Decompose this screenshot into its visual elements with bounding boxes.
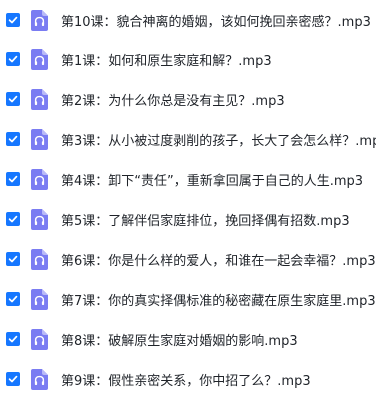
checkbox[interactable] (6, 52, 20, 66)
file-list: 第10课：貌合神离的婚姻，该如何挽回亲密感？.mp3 第1课：如何和原生家庭和解？… (0, 0, 376, 393)
file-name: 第6课：你是什么样的爱人，和谁在一起会幸福？.mp3 (61, 253, 376, 269)
file-name: 第3课：从小被过度剥削的孩子，长大了会怎么样？.mp3 (61, 133, 376, 149)
file-row[interactable]: 第5课：了解伴侣家庭排位，挽回择偶有招数.mp3 (0, 199, 376, 239)
file-name: 第10课：貌合神离的婚姻，该如何挽回亲密感？.mp3 (61, 14, 371, 30)
file-name: 第8课：破解原生家庭对婚姻的影响.mp3 (61, 333, 298, 349)
checkbox[interactable] (6, 13, 20, 27)
file-row[interactable]: 第8课：破解原生家庭对婚姻的影响.mp3 (0, 319, 376, 359)
file-name: 第1课：如何和原生家庭和解？.mp3 (61, 53, 272, 69)
file-row[interactable]: 第2课：为什么你总是没有主见？.mp3 (0, 79, 376, 119)
checkbox[interactable] (6, 252, 20, 266)
audio-file-icon (31, 128, 48, 150)
file-name: 第7课：你的真实择偶标准的秘密藏在原生家庭里.mp3 (61, 293, 376, 309)
checkbox[interactable] (6, 212, 20, 226)
checkbox[interactable] (6, 372, 20, 386)
audio-file-icon (31, 248, 48, 270)
checkbox[interactable] (6, 172, 20, 186)
file-name: 第4课：卸下“责任”，重新拿回属于自己的人生.mp3 (61, 173, 364, 189)
checkbox[interactable] (6, 132, 20, 146)
file-row[interactable]: 第6课：你是什么样的爱人，和谁在一起会幸福？.mp3 (0, 239, 376, 279)
audio-file-icon (31, 9, 48, 31)
file-row[interactable]: 第10课：貌合神离的婚姻，该如何挽回亲密感？.mp3 (0, 0, 376, 40)
file-name: 第9课：假性亲密关系，你中招了么？.mp3 (61, 373, 311, 389)
audio-file-icon (31, 88, 48, 110)
file-row[interactable]: 第7课：你的真实择偶标准的秘密藏在原生家庭里.mp3 (0, 279, 376, 319)
audio-file-icon (31, 288, 48, 310)
file-row[interactable]: 第9课：假性亲密关系，你中招了么？.mp3 (0, 359, 376, 393)
audio-file-icon (31, 368, 48, 390)
audio-file-icon (31, 48, 48, 70)
file-name: 第5课：了解伴侣家庭排位，挽回择偶有招数.mp3 (61, 213, 350, 229)
checkbox[interactable] (6, 92, 20, 106)
checkbox[interactable] (6, 332, 20, 346)
audio-file-icon (31, 168, 48, 190)
audio-file-icon (31, 208, 48, 230)
file-row[interactable]: 第3课：从小被过度剥削的孩子，长大了会怎么样？.mp3 (0, 119, 376, 159)
audio-file-icon (31, 328, 48, 350)
file-row[interactable]: 第4课：卸下“责任”，重新拿回属于自己的人生.mp3 (0, 159, 376, 199)
file-row[interactable]: 第1课：如何和原生家庭和解？.mp3 (0, 39, 376, 79)
file-name: 第2课：为什么你总是没有主见？.mp3 (61, 93, 285, 109)
checkbox[interactable] (6, 292, 20, 306)
